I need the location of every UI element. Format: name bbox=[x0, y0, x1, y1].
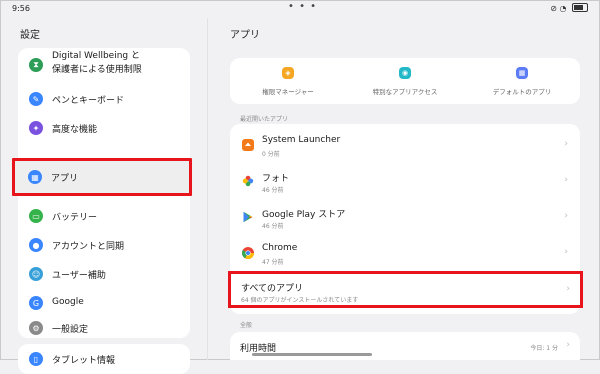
play-store-icon bbox=[243, 211, 253, 223]
app-name: Google Play ストア bbox=[262, 210, 346, 220]
recent-apps-header: 最近開いたアプリ bbox=[240, 116, 289, 123]
chevron-right-icon: › bbox=[566, 284, 570, 294]
google-icon: G bbox=[29, 296, 43, 310]
list-item[interactable]: System Launcher 0 分前 › bbox=[230, 127, 580, 163]
grid-icon: ▦ bbox=[516, 67, 528, 79]
pen-icon: ✎ bbox=[29, 92, 43, 106]
chevron-right-icon: › bbox=[564, 247, 568, 257]
quick-action-label: 特別なアプリアクセス bbox=[372, 88, 438, 96]
sidebar-item-label: 一般設定 bbox=[52, 325, 89, 335]
sidebar-item-general[interactable]: ⚙ 一般設定 bbox=[18, 318, 190, 340]
chevron-right-icon: › bbox=[564, 211, 568, 221]
installed-apps-count: 64 個のアプリがインストールされています bbox=[241, 297, 359, 304]
apps-grid-icon: ▦ bbox=[28, 170, 42, 184]
battery-status-icon bbox=[572, 3, 588, 12]
sidebar-item-label: ユーザー補助 bbox=[52, 271, 106, 281]
app-last-used: 47 分前 bbox=[262, 259, 284, 266]
sidebar-item-label-line2: 保護者による使用制限 bbox=[52, 65, 142, 75]
settings-sidebar: 設定 ⧗ Digital Wellbeing と保護者による使用制限 ✎ ペンと… bbox=[0, 18, 208, 374]
general-section-header: 全般 bbox=[240, 322, 253, 329]
sidebar-item-accessibility[interactable]: ☺ ユーザー補助 bbox=[18, 260, 190, 288]
chevron-right-icon: › bbox=[566, 340, 570, 350]
chrome-icon bbox=[242, 247, 254, 259]
hourglass-icon: ⧗ bbox=[29, 58, 43, 72]
list-item[interactable]: Chrome 47 分前 › bbox=[230, 235, 580, 271]
default-apps-button[interactable]: ▦ デフォルトのアプリ bbox=[464, 58, 580, 104]
page-title: アプリ bbox=[230, 30, 260, 41]
app-name: System Launcher bbox=[262, 135, 341, 145]
sidebar-item-pen-keyboard[interactable]: ✎ ペンとキーボード bbox=[18, 85, 190, 113]
sidebar-item-advanced[interactable]: ✦ 高度な機能 bbox=[18, 114, 190, 142]
shield-icon: ◈ bbox=[282, 67, 294, 79]
battery-icon: ▭ bbox=[29, 209, 43, 223]
list-item[interactable]: Google Play ストア 46 分前 › bbox=[230, 199, 580, 235]
app-name: フォト bbox=[262, 174, 290, 184]
status-bar: 9:56 • • • ⊘ ◔ bbox=[0, 0, 600, 18]
key-icon: ◉ bbox=[399, 67, 411, 79]
usage-time-value: 今日: 1 分 bbox=[530, 345, 558, 352]
notification-icon: ⊘ bbox=[550, 4, 557, 13]
list-item[interactable]: フォト 46 分前 › bbox=[230, 163, 580, 199]
sidebar-item-apps[interactable]: ▦ アプリ bbox=[12, 158, 192, 196]
sidebar-item-google[interactable]: G Google bbox=[18, 289, 190, 317]
sidebar-item-battery[interactable]: ▭ バッテリー bbox=[18, 202, 190, 230]
sidebar-item-label: バッテリー bbox=[52, 213, 98, 223]
sidebar-title: 設定 bbox=[20, 30, 40, 41]
sidebar-item-tablet-info[interactable]: ▯ タブレット情報 bbox=[18, 346, 190, 374]
sidebar-item-label: ペンとキーボード bbox=[52, 96, 125, 106]
sidebar-item-digital-wellbeing[interactable]: ⧗ Digital Wellbeing と保護者による使用制限 bbox=[18, 48, 190, 82]
person-icon: ● bbox=[29, 238, 43, 252]
wifi-icon: ◔ bbox=[559, 4, 567, 13]
all-apps-button[interactable]: すべてのアプリ 64 個のアプリがインストールされています › bbox=[228, 271, 583, 308]
special-app-access-button[interactable]: ◉ 特別なアプリアクセス bbox=[347, 58, 463, 104]
tablet-icon: ▯ bbox=[29, 352, 43, 366]
sidebar-item-label: アプリ bbox=[51, 174, 79, 184]
sidebar-item-label: アカウントと同期 bbox=[52, 242, 125, 252]
sidebar-item-accounts[interactable]: ● アカウントと同期 bbox=[18, 231, 190, 259]
app-last-used: 0 分前 bbox=[262, 151, 280, 158]
gear-icon: ⚙ bbox=[29, 321, 43, 335]
chevron-right-icon: › bbox=[564, 139, 568, 149]
star-icon: ✦ bbox=[29, 121, 43, 135]
status-icons: ⊘ ◔ bbox=[550, 3, 588, 13]
sidebar-item-label: Digital Wellbeing と bbox=[52, 51, 140, 61]
app-name: Chrome bbox=[262, 243, 298, 253]
sidebar-item-label: Google bbox=[52, 297, 84, 307]
photos-icon bbox=[242, 175, 254, 187]
sidebar-item-label: 高度な機能 bbox=[52, 125, 98, 135]
app-last-used: 46 分前 bbox=[262, 187, 284, 194]
app-last-used: 46 分前 bbox=[262, 223, 284, 230]
tablet-info-card: ▯ タブレット情報 bbox=[18, 344, 190, 374]
all-apps-title: すべてのアプリ bbox=[241, 284, 304, 294]
home-indicator[interactable] bbox=[252, 353, 372, 356]
launcher-icon bbox=[242, 139, 254, 151]
quick-action-label: 権限マネージャー bbox=[262, 88, 314, 96]
quick-actions-card: ◈ 権限マネージャー ◉ 特別なアプリアクセス ▦ デフォルトのアプリ bbox=[230, 58, 580, 104]
chevron-right-icon: › bbox=[564, 175, 568, 185]
quick-action-label: デフォルトのアプリ bbox=[492, 88, 552, 96]
pane-divider bbox=[207, 18, 208, 360]
accessibility-icon: ☺ bbox=[29, 267, 43, 281]
permission-manager-button[interactable]: ◈ 権限マネージャー bbox=[230, 58, 346, 104]
clock: 9:56 bbox=[12, 4, 30, 13]
multiwindow-dots[interactable]: • • • bbox=[288, 1, 317, 12]
